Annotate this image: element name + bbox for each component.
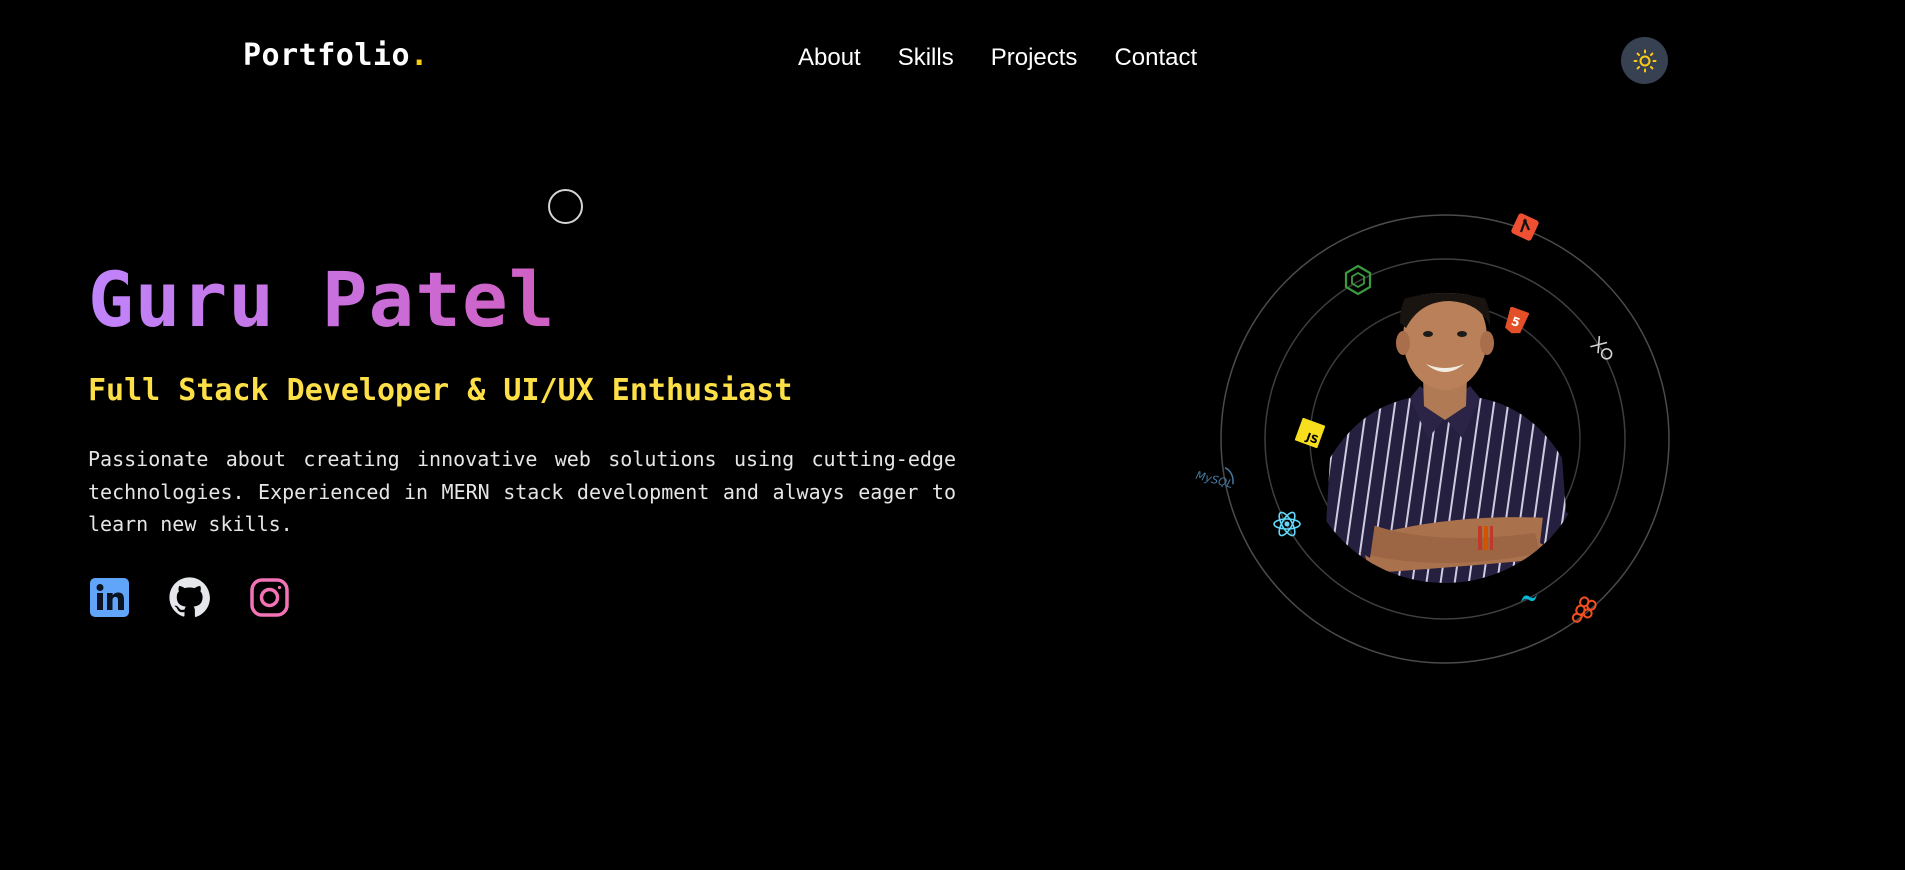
svg-text:MySQL: MySQL — [1194, 469, 1234, 491]
nav-link-contact[interactable]: Contact — [1114, 44, 1197, 72]
tech-orbit: 5 JS MySQL — [1194, 210, 1690, 680]
instagram-link[interactable] — [248, 576, 291, 619]
nav-link-about[interactable]: About — [798, 44, 861, 72]
express-icon — [1590, 335, 1613, 360]
cursor-ring — [548, 189, 583, 224]
hero-name: Guru Patel — [88, 252, 556, 348]
tailwind-icon — [1521, 594, 1537, 602]
logo-dot: . — [410, 38, 429, 73]
hero-role: Full Stack Developer & UI/UX Enthusiast — [88, 373, 793, 408]
hero-description: Passionate about creating innovative web… — [88, 447, 956, 536]
sun-icon — [1633, 49, 1656, 72]
javascript-icon: JS — [1295, 418, 1325, 448]
portfolio-page: Portfolio. About Skills Projects Contact… — [0, 0, 1905, 870]
theme-toggle-button[interactable] — [1621, 37, 1668, 84]
logo-text: Portfolio — [243, 38, 411, 73]
github-link[interactable] — [168, 576, 211, 619]
github-icon — [169, 577, 210, 617]
html5-icon: 5 — [1505, 307, 1529, 334]
linkedin-icon — [90, 578, 129, 617]
figma-icon — [1571, 596, 1597, 623]
mysql-icon: MySQL — [1194, 467, 1234, 491]
instagram-icon — [250, 578, 289, 617]
nav-link-projects[interactable]: Projects — [991, 44, 1078, 72]
react-icon — [1273, 511, 1301, 537]
linkedin-link[interactable] — [88, 576, 131, 619]
git-icon — [1511, 213, 1539, 241]
avatar — [1320, 293, 1575, 583]
navbar: Portfolio. About Skills Projects Contact — [0, 0, 1905, 120]
social-links — [88, 576, 291, 619]
nodejs-icon — [1344, 264, 1372, 296]
nav-link-skills[interactable]: Skills — [898, 44, 954, 72]
logo[interactable]: Portfolio. — [243, 38, 429, 73]
nav-links: About Skills Projects Contact — [798, 44, 1197, 72]
